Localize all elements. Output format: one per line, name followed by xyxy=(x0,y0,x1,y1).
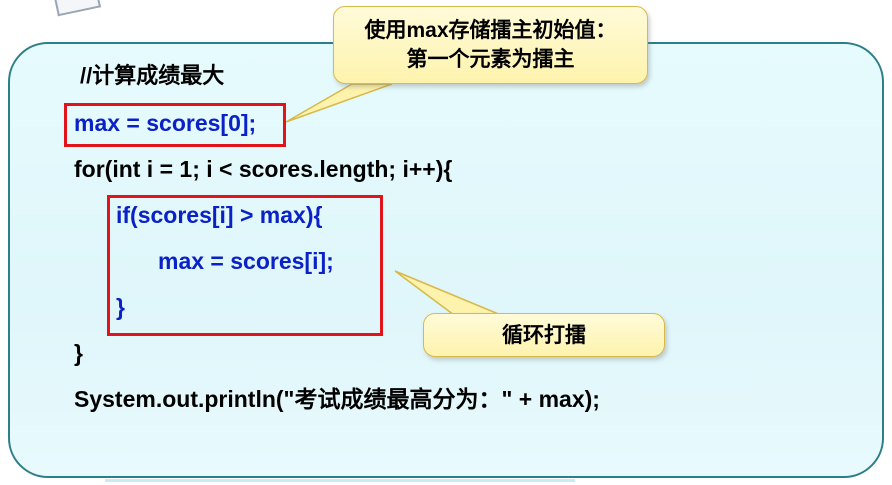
init-callout-line2: 第一个元素为擂主 xyxy=(406,48,575,71)
code-line-for: for(int i = 1; i < scores.length; i++){ xyxy=(74,156,453,182)
max-init-highlight-box xyxy=(64,103,286,147)
code-line-println: System.out.println("考试成绩最高分为：" + max); xyxy=(74,386,600,412)
init-value-callout: 使用max存储擂主初始值： 第一个元素为擂主 xyxy=(333,6,648,84)
top-callout-pointer xyxy=(285,83,393,123)
code-comment: //计算成绩最大 xyxy=(80,63,225,88)
bottom-callout-pointer xyxy=(394,270,509,319)
code-line-for-close: } xyxy=(74,340,83,366)
loop-challenge-callout: 循环打擂 xyxy=(423,313,665,357)
loop-body-highlight-box xyxy=(107,195,383,336)
loop-callout-label: 循环打擂 xyxy=(502,324,586,347)
init-callout-line1: 使用max存储擂主初始值： xyxy=(364,19,617,42)
